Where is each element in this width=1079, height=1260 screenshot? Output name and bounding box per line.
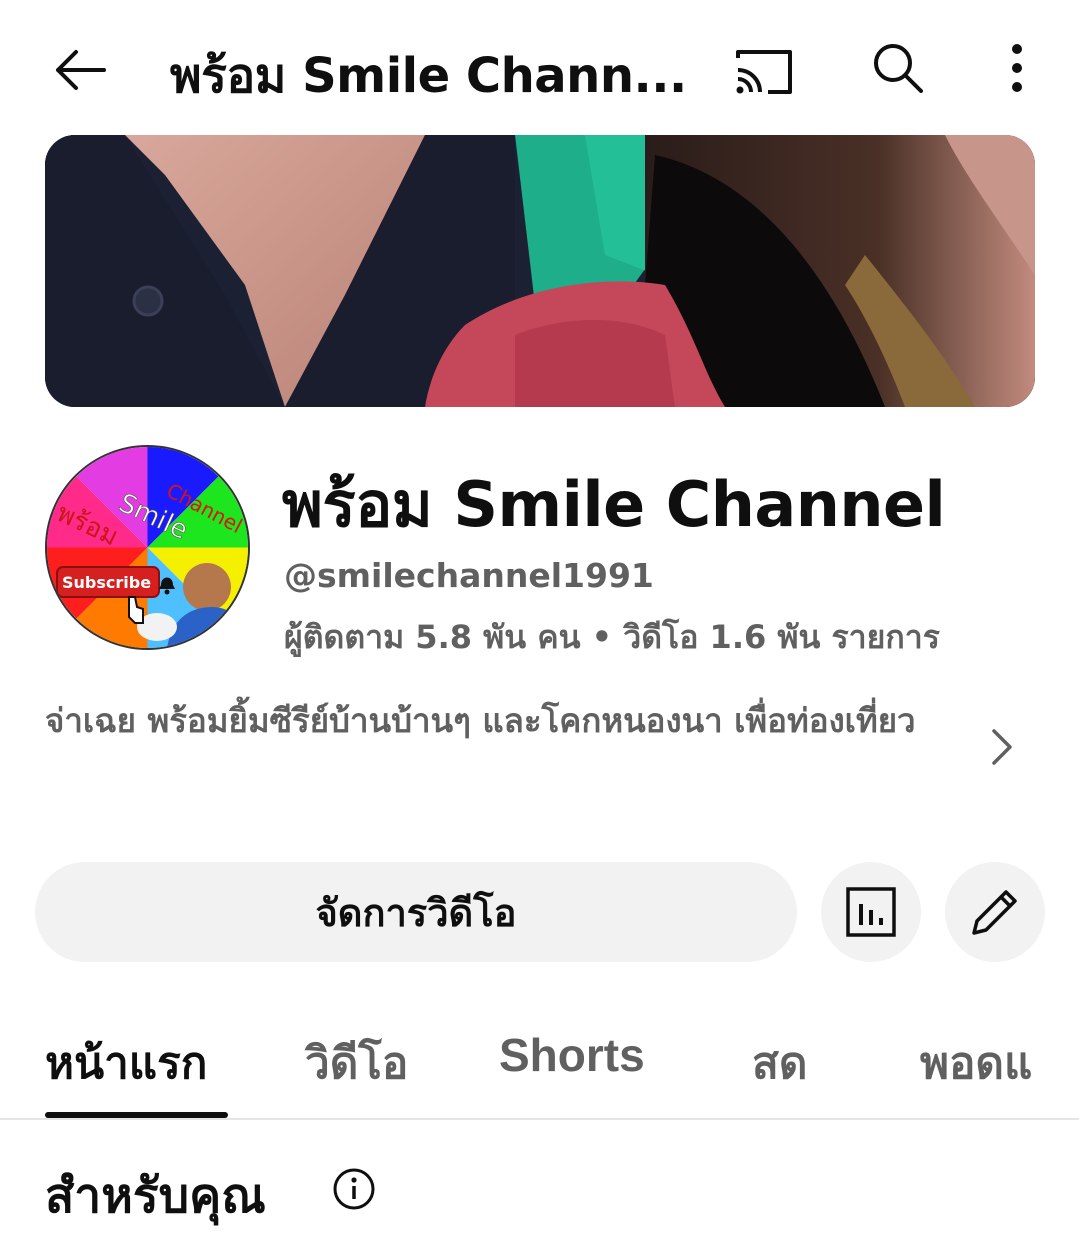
- channel-stats: ผู้ติดตาม 5.8 พัน คน • วิดีโอ 1.6 พัน รา…: [284, 618, 940, 656]
- channel-handle: @smilechannel1991: [284, 556, 654, 595]
- manage-videos-button[interactable]: จัดการวิดีโอ: [35, 862, 797, 962]
- tab-live[interactable]: สด: [752, 1028, 807, 1098]
- active-tab-indicator: [45, 1112, 228, 1118]
- tab-videos[interactable]: วิดีโอ: [305, 1028, 408, 1098]
- section-info-button[interactable]: [330, 1165, 378, 1213]
- avatar-subscribe-text: Subscribe: [62, 573, 151, 592]
- top-app-bar: พร้อม Smile Chann...: [0, 0, 1079, 135]
- more-options-button[interactable]: [985, 28, 1049, 108]
- tab-podcasts-clip: พอดแ: [915, 1010, 1037, 1110]
- tab-shorts[interactable]: Shorts: [499, 1028, 645, 1082]
- chevron-right-icon: [992, 729, 1012, 765]
- tab-home[interactable]: หน้าแรก: [45, 1028, 207, 1098]
- avatar-image: Channel Smile พร้อม Subscribe: [47, 447, 248, 648]
- banner-image: [45, 135, 1035, 407]
- channel-banner[interactable]: [45, 135, 1035, 407]
- analytics-icon: [846, 887, 896, 937]
- edit-channel-button[interactable]: [945, 862, 1045, 962]
- info-icon: [333, 1168, 375, 1210]
- cast-button[interactable]: [724, 32, 804, 112]
- description-expand-button[interactable]: [980, 722, 1024, 772]
- channel-description[interactable]: จ่าเฉย พร้อมยิ้มซีรีย์บ้านบ้านๆ และโคกหน…: [45, 690, 965, 752]
- search-button[interactable]: [858, 28, 938, 108]
- back-button[interactable]: [40, 30, 120, 110]
- edit-pencil-icon: [972, 890, 1017, 935]
- section-title: สำหรับคุณ: [45, 1168, 266, 1224]
- channel-avatar[interactable]: Channel Smile พร้อม Subscribe: [45, 445, 250, 650]
- analytics-button[interactable]: [821, 862, 921, 962]
- top-bar-title: พร้อม Smile Chann...: [170, 48, 687, 104]
- cast-icon: [736, 50, 792, 94]
- channel-name: พร้อม Smile Channel: [282, 468, 946, 541]
- channel-tabs: หน้าแรก วิดีโอ Shorts สด พอดแ: [0, 1010, 1079, 1120]
- back-arrow-icon: [56, 50, 106, 90]
- tab-podcasts[interactable]: พอดแ: [920, 1028, 1032, 1098]
- manage-videos-label: จัดการวิดีโอ: [315, 890, 517, 935]
- search-icon: [874, 44, 923, 93]
- more-vert-icon: [1012, 44, 1022, 92]
